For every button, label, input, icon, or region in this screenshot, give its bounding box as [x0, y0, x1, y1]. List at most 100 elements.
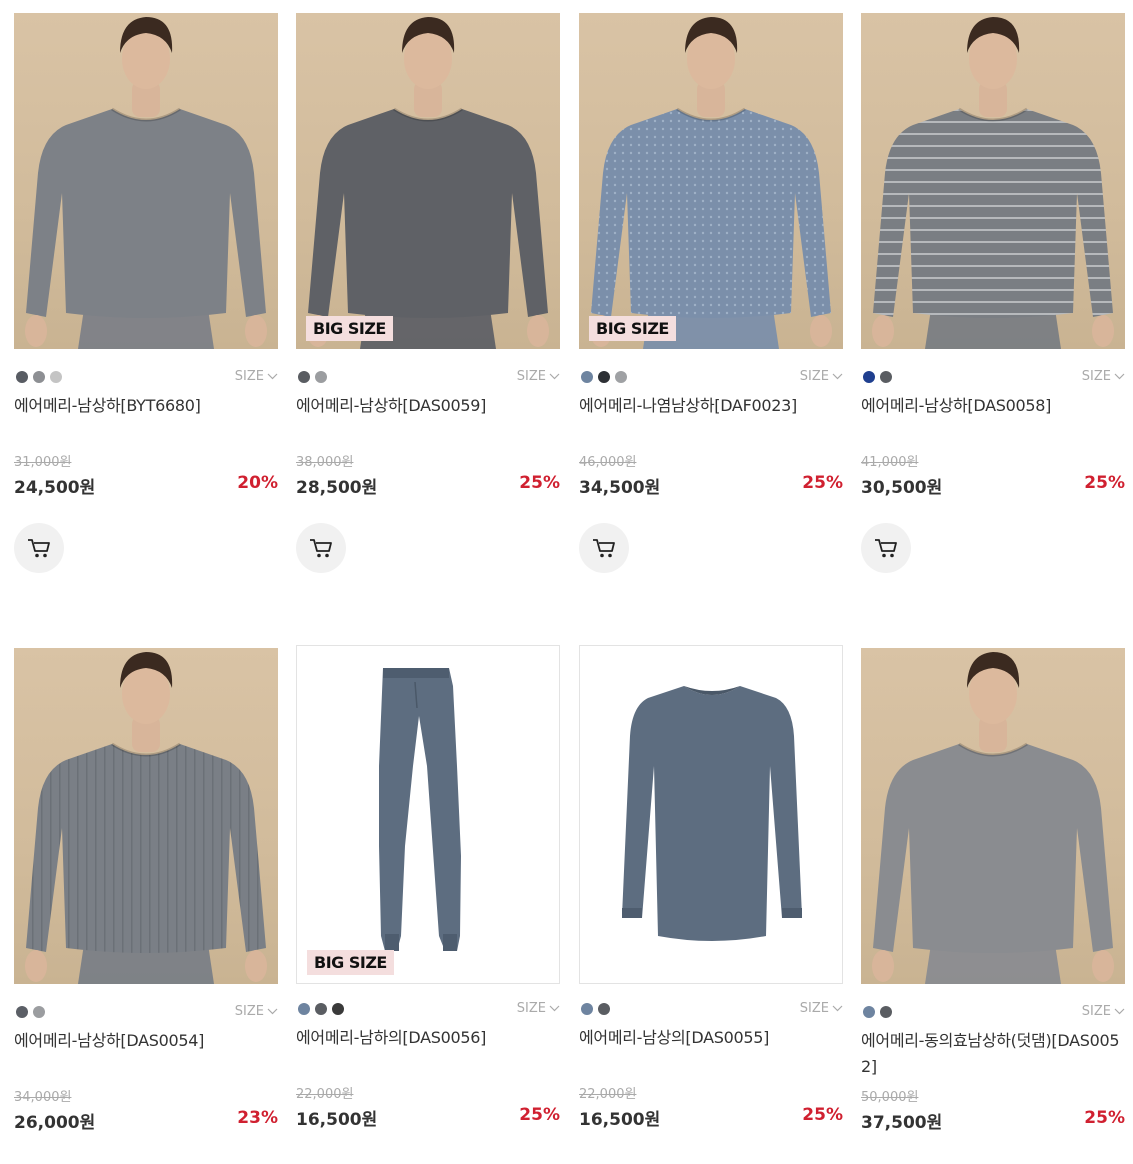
product-card[interactable]: BIG SIZE SIZE 에어메리-남상하[DAS0059] 38,000원 …: [296, 13, 560, 573]
add-to-cart-button[interactable]: [861, 523, 911, 573]
product-name[interactable]: 에어메리-동의효남상하(덧댐)[DAS0052]: [861, 1028, 1125, 1080]
size-label: SIZE: [799, 1001, 829, 1016]
product-image[interactable]: BIG SIZE: [296, 645, 560, 984]
shirt: [26, 744, 266, 953]
product-image[interactable]: [861, 13, 1125, 349]
color-swatch[interactable]: [581, 1003, 593, 1015]
product-name[interactable]: 에어메리-남상하[DAS0054]: [14, 1028, 278, 1080]
color-swatch[interactable]: [33, 371, 45, 383]
add-to-cart-button[interactable]: [296, 523, 346, 573]
product-card[interactable]: SIZE 에어메리-남상하[DAS0054] 34,000원 26,000원 2…: [14, 648, 278, 1133]
shirt: [26, 109, 266, 318]
chevron-down-icon: [267, 373, 278, 380]
color-swatch[interactable]: [298, 1003, 310, 1015]
model-figure: [872, 17, 1114, 349]
size-toggle[interactable]: SIZE: [235, 369, 278, 384]
size-toggle[interactable]: SIZE: [1082, 369, 1125, 384]
size-toggle[interactable]: SIZE: [235, 1004, 278, 1019]
product-image[interactable]: [14, 648, 278, 984]
size-toggle[interactable]: SIZE: [1082, 1004, 1125, 1019]
product-card[interactable]: SIZE 에어메리-동의효남상하(덧댐)[DAS0052] 50,000원 37…: [861, 648, 1125, 1133]
discount-rate: 20%: [237, 473, 278, 493]
add-to-cart-button[interactable]: [14, 523, 64, 573]
cart-icon: [593, 539, 615, 558]
product-card[interactable]: BIG SIZE SIZE 에어메리-남하의[DAS0056] 22,000원 …: [296, 645, 560, 1130]
product-image[interactable]: [861, 648, 1125, 984]
product-card[interactable]: SIZE 에어메리-남상하[DAS0058] 41,000원 30,500원 2…: [861, 13, 1125, 573]
color-swatch[interactable]: [298, 371, 310, 383]
original-price: 38,000원: [296, 455, 354, 470]
sale-price: 28,500원: [296, 478, 378, 498]
chevron-down-icon: [549, 1005, 560, 1012]
size-toggle[interactable]: SIZE: [517, 1001, 560, 1016]
size-toggle[interactable]: SIZE: [800, 369, 843, 384]
sale-price: 24,500원: [14, 478, 96, 498]
size-label: SIZE: [234, 369, 264, 384]
sale-price: 37,500원: [861, 1113, 943, 1133]
color-swatch[interactable]: [880, 1006, 892, 1018]
product-image[interactable]: [14, 13, 278, 349]
color-swatch[interactable]: [863, 1006, 875, 1018]
cart-icon: [875, 539, 897, 558]
color-swatch[interactable]: [33, 1006, 45, 1018]
color-swatches: [581, 1003, 610, 1015]
chevron-down-icon: [267, 1008, 278, 1015]
product-name[interactable]: 에어메리-남하의[DAS0056]: [296, 1025, 560, 1077]
size-label: SIZE: [1081, 1004, 1111, 1019]
product-card[interactable]: BIG SIZE SIZE 에어메리-나염남상하[DAF0023] 46,000…: [579, 13, 843, 573]
big-size-badge: BIG SIZE: [589, 316, 676, 341]
chevron-down-icon: [832, 373, 843, 380]
size-label: SIZE: [516, 1001, 546, 1016]
original-price: 31,000원: [14, 455, 72, 470]
product-name[interactable]: 에어메리-남상하[DAS0059]: [296, 393, 560, 445]
product-name[interactable]: 에어메리-남상하[BYT6680]: [14, 393, 278, 445]
color-swatch[interactable]: [50, 371, 62, 383]
color-swatches: [16, 1006, 45, 1018]
color-swatches: [298, 1003, 344, 1015]
color-swatch[interactable]: [598, 1003, 610, 1015]
color-swatch[interactable]: [863, 371, 875, 383]
size-label: SIZE: [234, 1004, 264, 1019]
size-label: SIZE: [799, 369, 829, 384]
color-swatches: [863, 371, 892, 383]
add-to-cart-button[interactable]: [579, 523, 629, 573]
original-price: 22,000원: [579, 1087, 637, 1102]
color-swatch[interactable]: [332, 1003, 344, 1015]
product-image[interactable]: BIG SIZE: [296, 13, 560, 349]
sale-price: 16,500원: [579, 1110, 661, 1130]
size-toggle[interactable]: SIZE: [800, 1001, 843, 1016]
color-swatch[interactable]: [16, 371, 28, 383]
shirt: [873, 744, 1113, 953]
color-swatch[interactable]: [880, 371, 892, 383]
discount-rate: 25%: [519, 473, 560, 493]
color-swatch[interactable]: [315, 371, 327, 383]
model-figure: [872, 652, 1114, 984]
color-swatches: [298, 371, 327, 383]
color-swatch[interactable]: [16, 1006, 28, 1018]
chevron-down-icon: [1114, 1008, 1125, 1015]
color-swatch[interactable]: [615, 371, 627, 383]
size-toggle[interactable]: SIZE: [517, 369, 560, 384]
long-sleeve-top-image: [622, 686, 802, 941]
product-name[interactable]: 에어메리-남상하[DAS0058]: [861, 393, 1125, 445]
color-swatches: [16, 371, 62, 383]
discount-rate: 25%: [1084, 473, 1125, 493]
size-label: SIZE: [1081, 369, 1111, 384]
product-name[interactable]: 에어메리-나염남상하[DAF0023]: [579, 393, 843, 445]
model-figure: [307, 17, 549, 349]
sale-price: 30,500원: [861, 478, 943, 498]
color-swatch[interactable]: [598, 371, 610, 383]
product-image[interactable]: BIG SIZE: [579, 13, 843, 349]
product-name[interactable]: 에어메리-남상의[DAS0055]: [579, 1025, 843, 1077]
original-price: 41,000원: [861, 455, 919, 470]
cart-icon: [310, 539, 332, 558]
product-card[interactable]: SIZE 에어메리-남상의[DAS0055] 22,000원 16,500원 2…: [579, 645, 843, 1130]
chevron-down-icon: [1114, 373, 1125, 380]
shirt: [873, 109, 1113, 318]
shirt: [591, 109, 831, 318]
color-swatch[interactable]: [315, 1003, 327, 1015]
product-image[interactable]: [579, 645, 843, 984]
product-card[interactable]: SIZE 에어메리-남상하[BYT6680] 31,000원 24,500원 2…: [14, 13, 278, 573]
original-price: 50,000원: [861, 1090, 919, 1105]
color-swatch[interactable]: [581, 371, 593, 383]
